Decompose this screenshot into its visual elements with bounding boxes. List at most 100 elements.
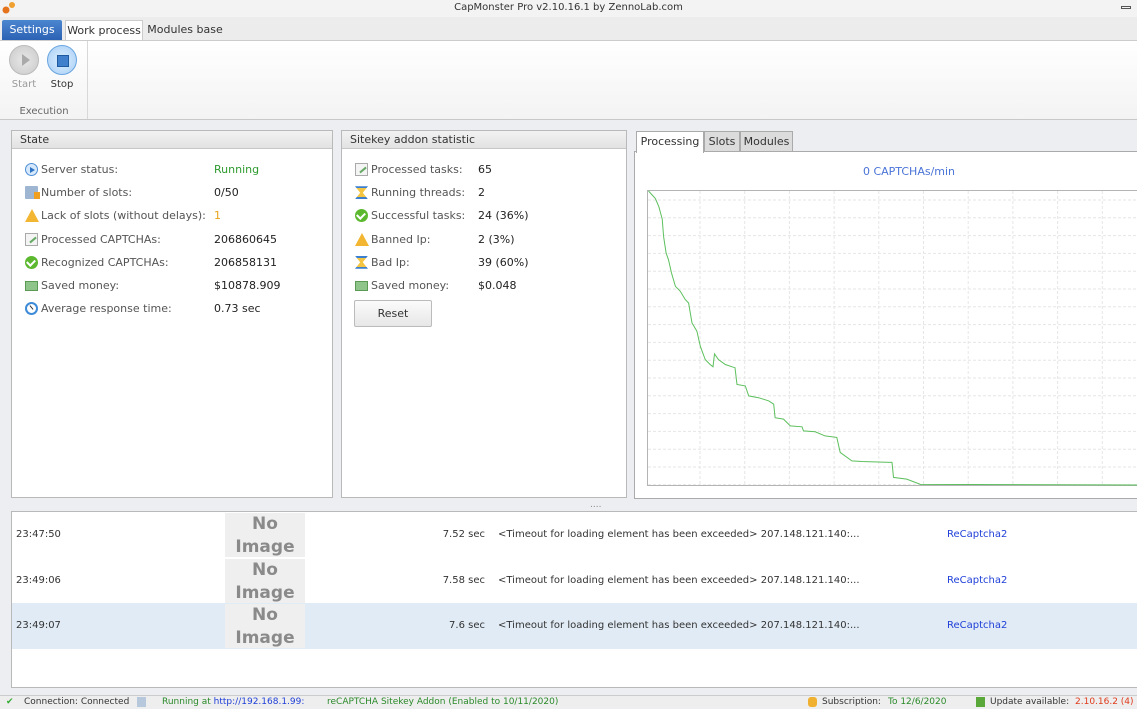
connection-status: Connection: Connected — [24, 696, 129, 709]
stat-row: Processed tasks: 65 — [355, 161, 635, 179]
tab-settings[interactable]: Settings — [2, 20, 62, 40]
addon-status: reCAPTCHA Sitekey Addon (Enabled to 10/1… — [327, 696, 558, 709]
plot-frame — [648, 191, 1137, 486]
hourglass-icon — [355, 256, 368, 269]
minimize-button[interactable] — [1121, 6, 1131, 9]
log-time: 23:49:06 — [16, 558, 61, 604]
stat-row: Successful tasks: 24 (36%) — [355, 207, 635, 225]
reset-button[interactable]: Reset — [354, 300, 432, 327]
stat-label: Recognized CAPTCHAs: — [41, 254, 169, 272]
stat-row: Server status: Running — [25, 161, 305, 179]
log-time: 23:49:07 — [16, 603, 61, 649]
tab-modules[interactable]: Modules — [740, 131, 793, 152]
no-image-placeholder: NoImage — [225, 559, 305, 603]
log-captcha-type-link[interactable]: ReCaptcha2 — [947, 512, 1007, 558]
warning-icon — [355, 233, 369, 246]
log-row[interactable]: 23:49:06 NoImage 7.58 sec <Timeout for l… — [12, 558, 1137, 604]
stat-value: 2 — [478, 184, 485, 202]
stat-value: 24 (36%) — [478, 207, 529, 225]
state-title: State — [12, 131, 332, 149]
stat-label: Lack of slots (without delays): — [41, 207, 206, 225]
running-prefix: Running at — [162, 697, 211, 707]
server-icon — [137, 697, 146, 707]
stat-value: 0/50 — [214, 184, 239, 202]
no-image-line: No — [225, 559, 305, 582]
splitter-handle[interactable]: .... — [590, 500, 601, 510]
edit-icon — [25, 233, 38, 246]
hourglass-icon — [355, 186, 368, 199]
stat-value: 65 — [478, 161, 492, 179]
log-captcha-type-link[interactable]: ReCaptcha2 — [947, 603, 1007, 649]
check-icon — [355, 209, 368, 222]
tab-modules-base[interactable]: Modules base — [146, 20, 224, 40]
stat-label: Successful tasks: — [371, 207, 465, 225]
subscription-icon — [808, 697, 817, 707]
start-button[interactable] — [9, 45, 39, 75]
stat-row: Recognized CAPTCHAs: 206858131 — [25, 254, 305, 272]
no-image-placeholder: NoImage — [225, 513, 305, 557]
stat-label: Average response time: — [41, 300, 172, 318]
log-captcha-type-link[interactable]: ReCaptcha2 — [947, 558, 1007, 604]
no-image-line: Image — [225, 627, 305, 650]
check-icon — [25, 256, 38, 269]
stat-value: 206858131 — [214, 254, 277, 272]
money-icon — [25, 281, 38, 291]
no-image-placeholder: NoImage — [225, 604, 305, 648]
update-value[interactable]: 2.10.16.2 (4) — [1075, 696, 1134, 709]
processing-chart — [647, 190, 1137, 488]
update-icon — [976, 697, 985, 707]
stat-value: 2 (3%) — [478, 231, 515, 249]
stat-value: 0.73 sec — [214, 300, 261, 318]
log-time: 23:47:50 — [16, 512, 61, 558]
log-message: <Timeout for loading element has been ex… — [498, 603, 860, 649]
log-message: <Timeout for loading element has been ex… — [498, 558, 860, 604]
running-at: Running at http://192.168.1.99: — [162, 696, 304, 709]
no-image-line: Image — [225, 536, 305, 559]
stat-row: Running threads: 2 — [355, 184, 635, 202]
stat-value: 39 (60%) — [478, 254, 529, 272]
stat-row: Average response time: 0.73 sec — [25, 300, 305, 318]
stat-value: 1 — [214, 207, 221, 225]
no-image-line: No — [225, 513, 305, 536]
tab-work-process[interactable]: Work process — [65, 20, 143, 40]
ribbon: Start Stop Execution — [0, 40, 1137, 120]
sitekey-title: Sitekey addon statistic — [342, 131, 626, 149]
tab-processing[interactable]: Processing — [636, 131, 704, 153]
money-icon — [355, 281, 368, 291]
log-duration: 7.58 sec — [443, 558, 485, 604]
stat-row: Lack of slots (without delays): 1 — [25, 207, 305, 225]
stat-row: Saved money: $0.048 — [355, 277, 635, 295]
subscription-label: Subscription: — [822, 696, 881, 709]
stat-row: Number of slots: 0/50 — [25, 184, 305, 202]
log-duration: 7.6 sec — [449, 603, 485, 649]
window-title: CapMonster Pro v2.10.16.1 by ZennoLab.co… — [454, 2, 683, 13]
chart-body: 0 CAPTCHAs/min — [634, 151, 1137, 499]
connected-icon: ✔ — [6, 696, 14, 709]
start-label: Start — [4, 79, 44, 90]
tab-slots[interactable]: Slots — [704, 131, 740, 152]
stat-row: Bad Ip: 39 (60%) — [355, 254, 635, 272]
server-url-link[interactable]: http://192.168.1.99: — [214, 697, 305, 707]
chart-title: 0 CAPTCHAs/min — [815, 165, 1003, 178]
execution-group-label: Execution — [10, 106, 78, 117]
log-row[interactable]: 23:47:50 NoImage 7.52 sec <Timeout for l… — [12, 512, 1137, 558]
log-message: <Timeout for loading element has been ex… — [498, 512, 860, 558]
app-logo-icon — [2, 1, 16, 14]
ribbon-separator — [87, 41, 88, 119]
stat-label: Processed CAPTCHAs: — [41, 231, 161, 249]
stat-value: 206860645 — [214, 231, 277, 249]
stat-label: Server status: — [41, 161, 118, 179]
log-duration: 7.52 sec — [443, 512, 485, 558]
play-icon — [25, 163, 38, 176]
stat-label: Running threads: — [371, 184, 465, 202]
log-table: 23:47:50 NoImage 7.52 sec <Timeout for l… — [11, 511, 1137, 688]
stop-button[interactable] — [47, 45, 77, 75]
stat-label: Number of slots: — [41, 184, 132, 202]
stop-label: Stop — [42, 79, 82, 90]
no-image-line: Image — [225, 582, 305, 605]
warning-icon — [25, 209, 39, 222]
log-row[interactable]: 23:49:07 NoImage 7.6 sec <Timeout for lo… — [12, 603, 1137, 649]
subscription-value: To 12/6/2020 — [888, 696, 946, 709]
stat-label: Bad Ip: — [371, 254, 410, 272]
update-label: Update available: — [990, 696, 1069, 709]
